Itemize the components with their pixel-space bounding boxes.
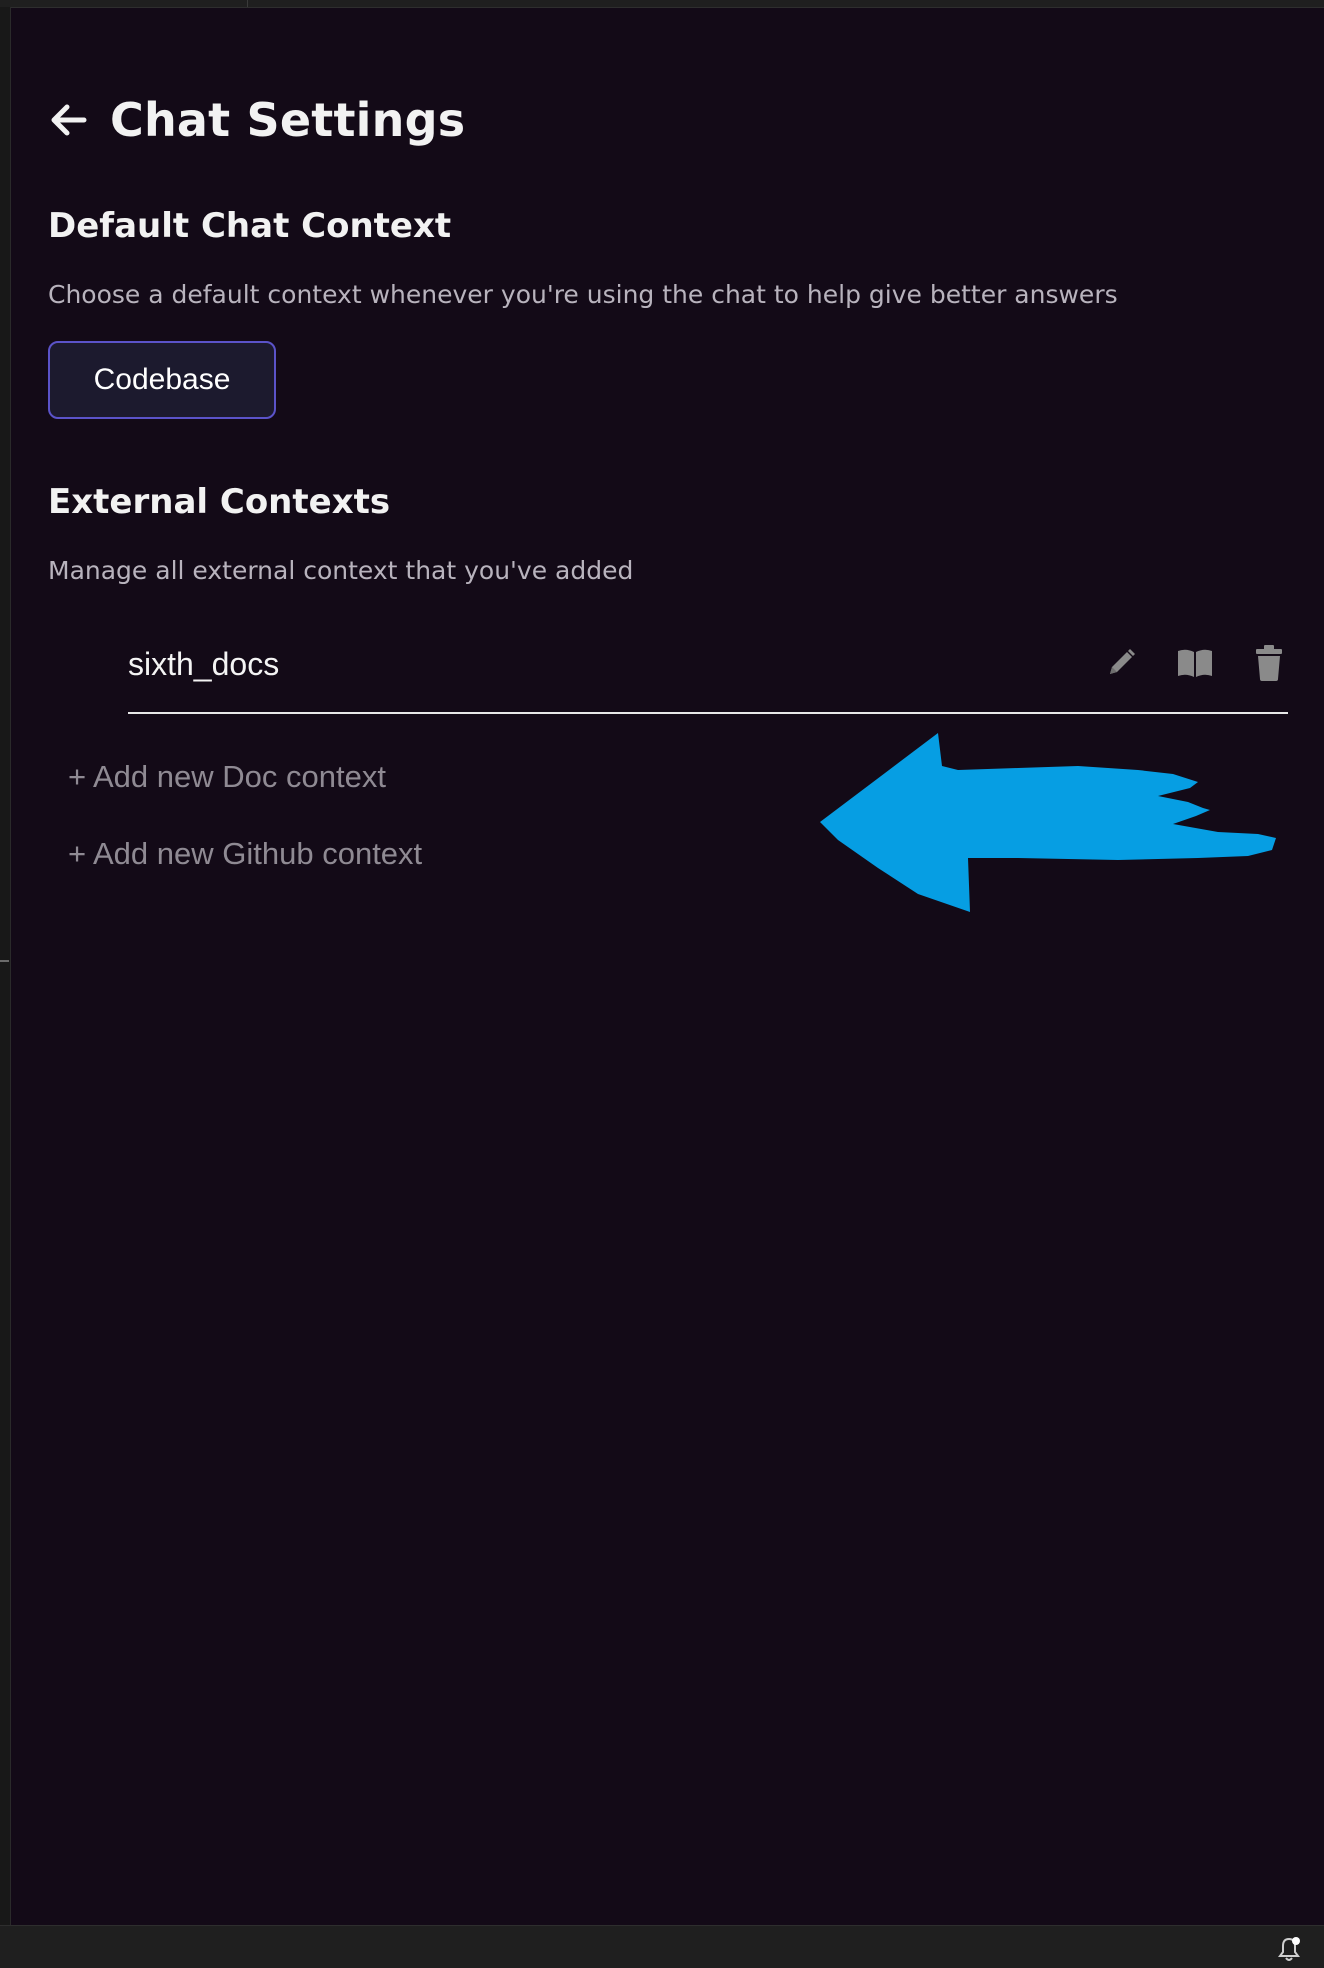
view-docs-button[interactable]: [1176, 644, 1214, 682]
edit-context-button[interactable]: [1102, 644, 1140, 682]
default-context-description: Choose a default context whenever you're…: [48, 280, 1118, 309]
bell-notification-icon[interactable]: [1276, 1936, 1302, 1962]
tab-divider: [247, 0, 248, 7]
editor-tab-strip: [0, 0, 1324, 8]
pencil-icon: [1110, 649, 1135, 674]
panel-resize-sash[interactable]: [0, 960, 9, 962]
chat-settings-window: Chat Settings Default Chat Context Choos…: [0, 0, 1324, 1968]
context-row-actions: [1102, 644, 1288, 682]
back-button[interactable]: [48, 100, 88, 140]
external-contexts-description: Manage all external context that you've …: [48, 556, 634, 585]
trash-icon: [1256, 645, 1282, 681]
arrow-shape: [820, 733, 1276, 912]
context-row-sixth-docs: sixth_docs: [128, 626, 1288, 714]
page-title: Chat Settings: [110, 93, 466, 147]
arrow-left-icon: [51, 104, 87, 136]
status-bar: [0, 1925, 1324, 1968]
context-name: sixth_docs: [128, 646, 280, 682]
book-icon: [1178, 649, 1212, 677]
codebase-context-button[interactable]: Codebase: [48, 341, 276, 419]
page-header: Chat Settings: [48, 88, 465, 152]
delete-context-button[interactable]: [1250, 644, 1288, 682]
add-doc-context-link[interactable]: + Add new Doc context: [68, 759, 386, 795]
hand-drawn-arrow-annotation: [820, 733, 1276, 912]
left-panel-gutter: [0, 7, 11, 1925]
external-contexts-title: External Contexts: [48, 482, 391, 522]
add-github-context-link[interactable]: + Add new Github context: [68, 836, 422, 872]
default-context-title: Default Chat Context: [48, 206, 452, 246]
